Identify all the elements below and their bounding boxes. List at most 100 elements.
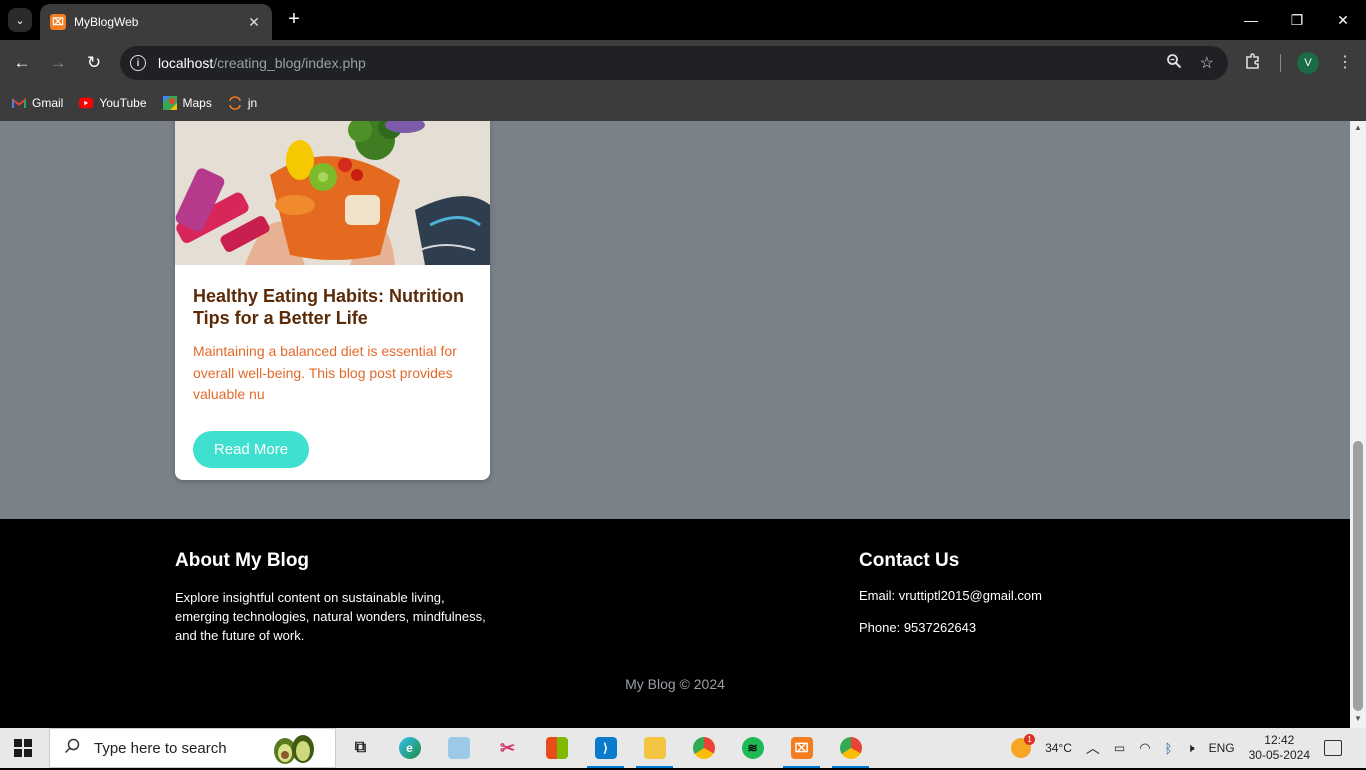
snipping-tool-app[interactable]: ✂ xyxy=(483,728,532,768)
battery-icon[interactable]: ▭ xyxy=(1114,741,1125,755)
page-viewport: Healthy Eating Habits: Nutrition Tips fo… xyxy=(0,121,1350,728)
post-excerpt: Maintaining a balanced diet is essential… xyxy=(193,343,457,402)
footer-contact-section: Contact Us Email: vruttiptl2015@gmail.co… xyxy=(859,550,1179,635)
blog-content-area: Healthy Eating Habits: Nutrition Tips fo… xyxy=(0,121,1350,519)
search-icon xyxy=(64,738,80,759)
url-host: localhost xyxy=(158,55,214,71)
show-hidden-icons-chevron-icon[interactable]: ︿ xyxy=(1086,738,1100,758)
bookmark-star-icon[interactable]: ☆ xyxy=(1200,53,1214,74)
footer-about-section: About My Blog Explore insightful content… xyxy=(175,550,495,645)
copyright-text: My Blog © 2024 xyxy=(625,676,725,692)
back-button[interactable]: ← xyxy=(9,50,35,76)
temperature-text[interactable]: 34°C xyxy=(1045,741,1072,755)
forward-button[interactable]: → xyxy=(45,50,71,76)
windows-start-icon[interactable] xyxy=(14,739,32,757)
language-indicator[interactable]: ENG xyxy=(1209,741,1235,755)
active-tab[interactable]: ⌧ MyBlogWeb ✕ xyxy=(40,4,272,40)
gmail-icon xyxy=(12,97,26,109)
url-path: /creating_blog/index.php xyxy=(213,55,366,71)
spotify-app[interactable]: ≋ xyxy=(728,728,777,768)
profile-avatar[interactable]: V xyxy=(1297,52,1319,74)
post-title: Healthy Eating Habits: Nutrition Tips fo… xyxy=(193,286,465,328)
weather-badge: 1 xyxy=(1024,734,1036,745)
bookmark-label: Gmail xyxy=(32,96,64,110)
chrome-icon xyxy=(692,737,715,759)
url-text[interactable]: localhost/creating_blog/index.php xyxy=(158,55,366,71)
taskbar-search-box[interactable]: Type here to search xyxy=(49,728,336,768)
read-more-button[interactable]: Read More xyxy=(193,431,309,468)
office-icon xyxy=(545,737,568,759)
more-menu-icon[interactable]: ⋮ xyxy=(1337,52,1353,72)
reload-button[interactable]: ↻ xyxy=(81,50,107,76)
edge-icon: e xyxy=(398,737,421,759)
system-tray: 1 34°C ︿ ▭ ◠ ᛒ 🕨 ENG 12:42 30-05-2024 xyxy=(1011,728,1366,768)
bookmark-maps[interactable]: Maps xyxy=(162,96,212,110)
xampp-icon: ⌧ xyxy=(790,737,813,759)
close-window-button[interactable]: ✕ xyxy=(1320,0,1366,40)
scroll-thumb[interactable] xyxy=(1353,441,1363,711)
youtube-icon xyxy=(79,97,94,109)
extensions-puzzle-icon[interactable] xyxy=(1244,52,1262,75)
bookmark-jn[interactable]: jn xyxy=(228,96,257,110)
browser-toolbar: ← → ↻ i localhost/creating_blog/index.ph… xyxy=(0,40,1366,85)
taskbar-clock[interactable]: 12:42 30-05-2024 xyxy=(1249,733,1310,763)
task-view-app[interactable]: ⧉ xyxy=(336,728,385,768)
scroll-down-arrow-icon[interactable]: ▼ xyxy=(1350,714,1366,726)
bookmark-gmail[interactable]: Gmail xyxy=(12,96,63,110)
office-app[interactable] xyxy=(532,728,581,768)
jn-icon xyxy=(228,96,242,110)
notepad-app[interactable] xyxy=(434,728,483,768)
folder-icon xyxy=(643,737,666,759)
taskbar-apps: ⧉ e ✂ ⟩ ≋ ⌧ xyxy=(336,728,875,768)
chrome-profile-icon xyxy=(839,737,862,759)
blog-post-card: Healthy Eating Habits: Nutrition Tips fo… xyxy=(175,121,490,480)
search-placeholder: Type here to search xyxy=(94,739,227,757)
post-image xyxy=(175,121,490,265)
maps-icon xyxy=(162,96,177,110)
bookmark-youtube[interactable]: YouTube xyxy=(79,96,147,110)
scroll-up-arrow-icon[interactable]: ▲ xyxy=(1350,123,1366,135)
task-view-icon: ⧉ xyxy=(354,739,367,756)
site-info-icon[interactable]: i xyxy=(130,55,146,71)
toolbar-separator xyxy=(1280,54,1281,72)
snipping-tool-icon: ✂ xyxy=(499,737,516,758)
about-heading: About My Blog xyxy=(175,550,310,571)
window-controls: — ❐ ✕ xyxy=(1228,0,1366,40)
bookmark-label: YouTube xyxy=(99,96,147,110)
vscode-app[interactable]: ⟩ xyxy=(581,728,630,768)
new-tab-button[interactable]: + xyxy=(283,8,305,32)
xampp-app[interactable]: ⌧ xyxy=(777,728,826,768)
contact-phone: Phone: 9537262643 xyxy=(859,620,977,635)
windows-taskbar: Type here to search ⧉ e ✂ ⟩ ≋ ⌧ 1 34°C ︿… xyxy=(0,728,1366,768)
contact-email: Email: vruttiptl2015@gmail.com xyxy=(859,588,1042,603)
restore-button[interactable]: ❐ xyxy=(1274,0,1320,40)
file-explorer-app[interactable] xyxy=(630,728,679,768)
about-text: Explore insightful content on sustainabl… xyxy=(175,590,486,643)
avocado-highlight-icon[interactable] xyxy=(271,733,317,765)
browser-tab-bar: ⌄ ⌧ MyBlogWeb ✕ + — ❐ ✕ xyxy=(0,0,1366,40)
bluetooth-icon[interactable]: ᛒ xyxy=(1165,741,1173,756)
contact-heading: Contact Us xyxy=(859,550,960,571)
address-bar[interactable]: i localhost/creating_blog/index.php ☆ xyxy=(120,46,1228,80)
minimize-button[interactable]: — xyxy=(1228,0,1274,40)
bookmarks-bar: Gmail YouTube Maps jn xyxy=(0,85,1366,121)
site-footer: About My Blog Explore insightful content… xyxy=(0,519,1350,728)
chrome-profile-app[interactable] xyxy=(826,728,875,768)
wifi-icon[interactable]: ◠ xyxy=(1139,740,1150,756)
xampp-favicon-icon: ⌧ xyxy=(50,14,66,30)
clock-time: 12:42 xyxy=(1264,733,1295,747)
edge-app[interactable]: e xyxy=(385,728,434,768)
tab-title: MyBlogWeb xyxy=(74,15,139,29)
tab-search-menu-button[interactable]: ⌄ xyxy=(8,8,32,32)
bookmark-label: Maps xyxy=(182,96,212,110)
zoom-icon[interactable] xyxy=(1166,53,1182,74)
bookmark-label: jn xyxy=(247,96,258,110)
page-scrollbar[interactable]: ▲ ▼ xyxy=(1350,121,1366,728)
volume-muted-icon[interactable]: 🕨 xyxy=(1186,740,1194,756)
clock-date: 30-05-2024 xyxy=(1248,748,1310,762)
notification-center-icon[interactable] xyxy=(1324,740,1342,756)
weather-icon[interactable]: 1 xyxy=(1011,734,1036,758)
close-tab-icon[interactable]: ✕ xyxy=(246,14,262,31)
chrome-app[interactable] xyxy=(679,728,728,768)
notepad-icon xyxy=(447,737,470,759)
